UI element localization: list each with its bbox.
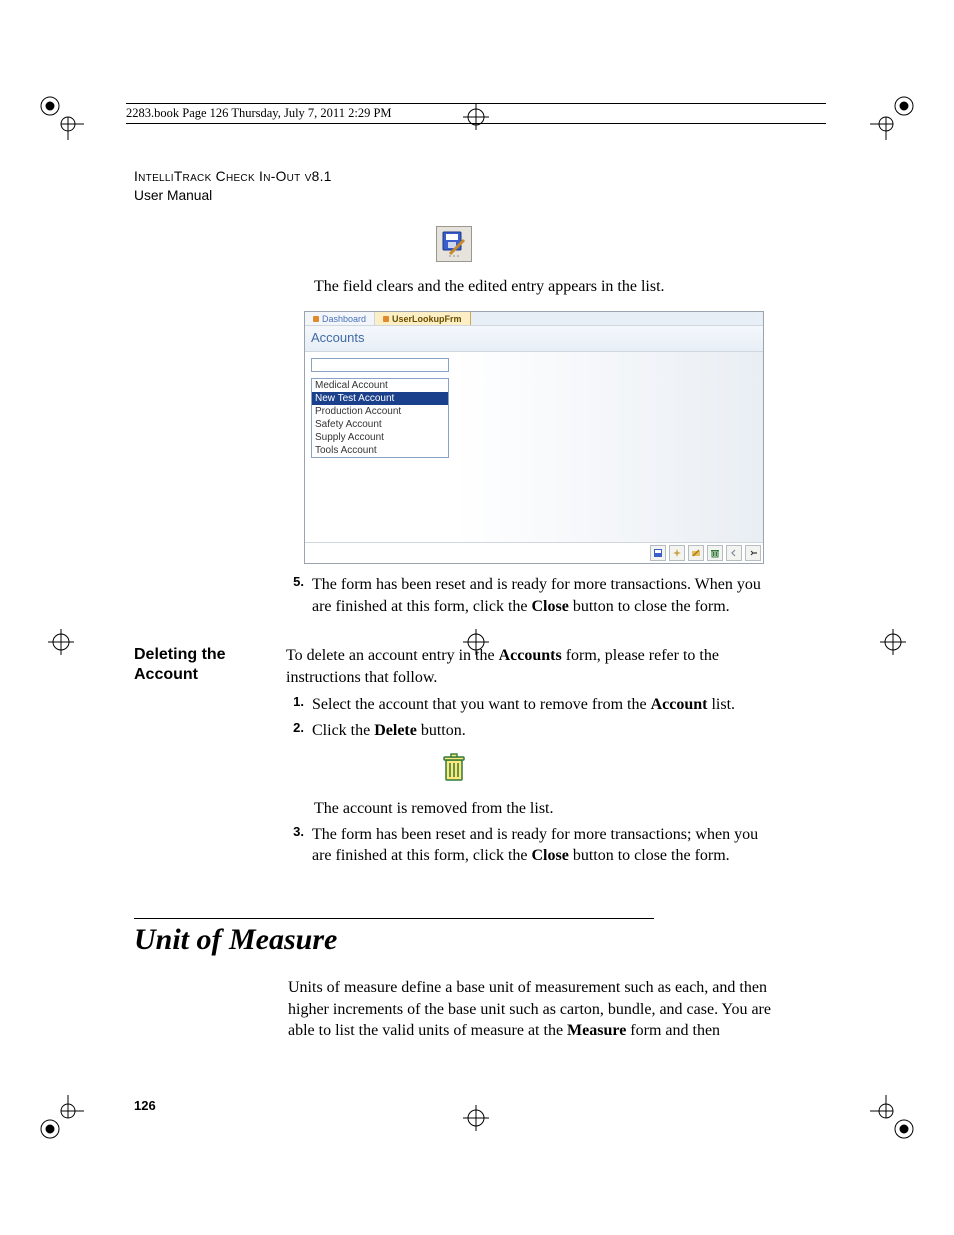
body-text: To delete an account entry in the Accoun… <box>286 645 774 688</box>
trash-icon <box>439 751 469 785</box>
step-2: 2. Click the Delete button. <box>286 720 774 741</box>
page-header-bar: 2283.book Page 126 Thursday, July 7, 201… <box>126 103 826 124</box>
close-icon[interactable] <box>745 545 761 561</box>
sparkle-icon[interactable] <box>669 545 685 561</box>
step-number: 2. <box>286 720 312 741</box>
trash-icon[interactable] <box>707 545 723 561</box>
tab-dashboard[interactable]: Dashboard <box>305 312 375 325</box>
list-item[interactable]: Safety Account <box>312 418 448 431</box>
body-text: The field clears and the edited entry ap… <box>314 277 774 297</box>
crop-mark-icon <box>870 1095 916 1141</box>
step-number: 3. <box>286 824 312 867</box>
accounts-form-screenshot: Dashboard UserLookupFrm Accounts Medical… <box>304 311 764 564</box>
document-page: 2283.book Page 126 Thursday, July 7, 201… <box>0 0 954 1235</box>
crop-mark-icon <box>38 1095 84 1141</box>
list-item[interactable]: Medical Account <box>312 379 448 392</box>
account-search-input[interactable] <box>311 358 449 372</box>
list-item[interactable]: New Test Account <box>312 392 448 405</box>
step-5: 5. The form has been reset and is ready … <box>286 574 774 617</box>
back-icon[interactable] <box>726 545 742 561</box>
product-title: IntelliTrack Check In-Out v8.1 <box>134 168 332 187</box>
section-rule <box>134 918 654 919</box>
save-pencil-icon <box>436 226 472 262</box>
list-item[interactable]: Production Account <box>312 405 448 418</box>
crop-mark-icon <box>38 94 84 140</box>
form-toolbar <box>305 542 763 563</box>
step-1: 1. Select the account that you want to r… <box>286 694 774 715</box>
crop-mark-icon <box>453 1095 499 1141</box>
step-number: 1. <box>286 694 312 715</box>
section-heading-deleting: Deleting the Account <box>134 645 286 688</box>
section-title-unit-of-measure: Unit of Measure <box>134 923 774 957</box>
list-item[interactable]: Tools Account <box>312 444 448 457</box>
form-title: Accounts <box>305 326 763 352</box>
product-subtitle: User Manual <box>134 187 332 206</box>
tab-userlookupfrm[interactable]: UserLookupFrm <box>375 312 471 325</box>
accounts-list[interactable]: Medical Account New Test Account Product… <box>311 378 449 458</box>
folder-pencil-icon[interactable] <box>688 545 704 561</box>
save-pencil-icon[interactable] <box>650 545 666 561</box>
crop-mark-icon <box>870 94 916 140</box>
step-3: 3. The form has been reset and is ready … <box>286 824 774 867</box>
page-content: The field clears and the edited entry ap… <box>134 218 774 1042</box>
list-item[interactable]: Supply Account <box>312 431 448 444</box>
crop-mark-icon <box>870 619 916 665</box>
document-header: IntelliTrack Check In-Out v8.1 User Manu… <box>134 168 332 205</box>
crop-mark-icon <box>38 619 84 665</box>
body-text: The account is removed from the list. <box>314 798 774 819</box>
page-number: 126 <box>134 1098 156 1113</box>
step-number: 5. <box>286 574 312 617</box>
body-text: Units of measure define a base unit of m… <box>288 977 774 1041</box>
